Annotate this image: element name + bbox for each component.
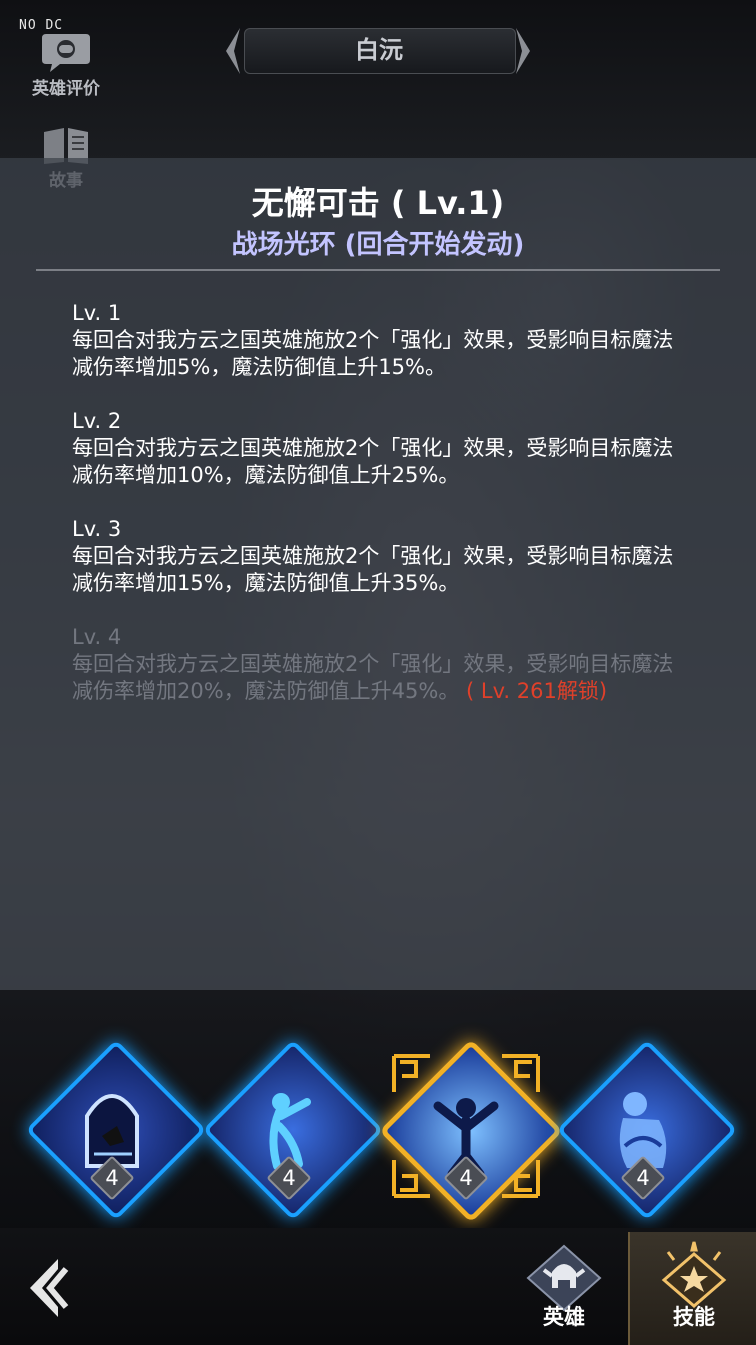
level-entry: Lv. 1 每回合对我方云之国英雄施放2个「强化」效果，受影响目标魔法减伤率增加… (72, 300, 682, 381)
back-button[interactable] (22, 1255, 72, 1321)
skill-level-badge: 4 (266, 1155, 312, 1201)
prev-hero-arrow-icon[interactable] (222, 26, 244, 76)
level-description: 每回合对我方云之国英雄施放2个「强化」效果，受影响目标魔法减伤率增加10%，魔法… (72, 436, 674, 487)
chat-bubble-icon (40, 30, 92, 74)
skill-levels-list: Lv. 1 每回合对我方云之国英雄施放2个「强化」效果，受影响目标魔法减伤率增加… (72, 300, 682, 732)
skill-slot-1[interactable]: 4 (25, 1039, 207, 1221)
unlock-requirement: ( Lv. 261解锁) (459, 679, 608, 703)
level-description-wrap: 每回合对我方云之国英雄施放2个「强化」效果，受影响目标魔法减伤率增加20%，魔法… (72, 651, 682, 705)
level-name: Lv. 4 (72, 625, 122, 649)
level-entry: Lv. 2 每回合对我方云之国英雄施放2个「强化」效果，受影响目标魔法减伤率增加… (72, 408, 682, 489)
skill-title: 无懈可击 ( Lv.1) (251, 184, 505, 222)
top-bar (0, 0, 756, 160)
hero-name-bar: 白沅 (222, 26, 534, 76)
skill-level-badge: 4 (89, 1155, 135, 1201)
skill-level: 4 (282, 1166, 296, 1190)
level-description: 每回合对我方云之国英雄施放2个「强化」效果，受影响目标魔法减伤率增加5%，魔法防… (72, 328, 674, 379)
skill-type: 战场光环 (回合开始发动) (231, 230, 525, 260)
skill-slot-3-selected[interactable]: 4 (379, 1039, 563, 1223)
skill-level-badge: 4 (620, 1155, 666, 1201)
skill-level: 4 (105, 1166, 119, 1190)
skill-level-badge: 4 (443, 1155, 489, 1201)
level-entry-locked: Lv. 4 每回合对我方云之国英雄施放2个「强化」效果，受影响目标魔法减伤率增加… (72, 624, 682, 705)
hero-review-label: 英雄评价 (32, 79, 100, 99)
back-arrow-icon (30, 1259, 69, 1317)
tab-skill-label: 技能 (673, 1305, 715, 1329)
tab-hero-label: 英雄 (543, 1305, 585, 1329)
level-name: Lv. 1 (72, 301, 122, 325)
level-name: Lv. 3 (72, 517, 122, 541)
tab-hero[interactable]: 英雄 (500, 1232, 628, 1345)
next-hero-arrow-icon[interactable] (512, 26, 534, 76)
level-entry: Lv. 3 每回合对我方云之国英雄施放2个「强化」效果，受影响目标魔法减伤率增加… (72, 516, 682, 597)
level-name: Lv. 2 (72, 409, 122, 433)
skill-slot-2[interactable]: 4 (202, 1039, 384, 1221)
level-description: 每回合对我方云之国英雄施放2个「强化」效果，受影响目标魔法减伤率增加15%，魔法… (72, 544, 674, 595)
skill-slot-4[interactable]: 4 (556, 1039, 738, 1221)
tab-skill[interactable]: 技能 (628, 1232, 756, 1345)
skill-level: 4 (459, 1166, 473, 1190)
hero-name: 白沅 (355, 36, 403, 64)
hero-review-button[interactable]: 英雄评价 (30, 30, 102, 99)
skill-level: 4 (636, 1166, 650, 1190)
divider (36, 269, 720, 271)
